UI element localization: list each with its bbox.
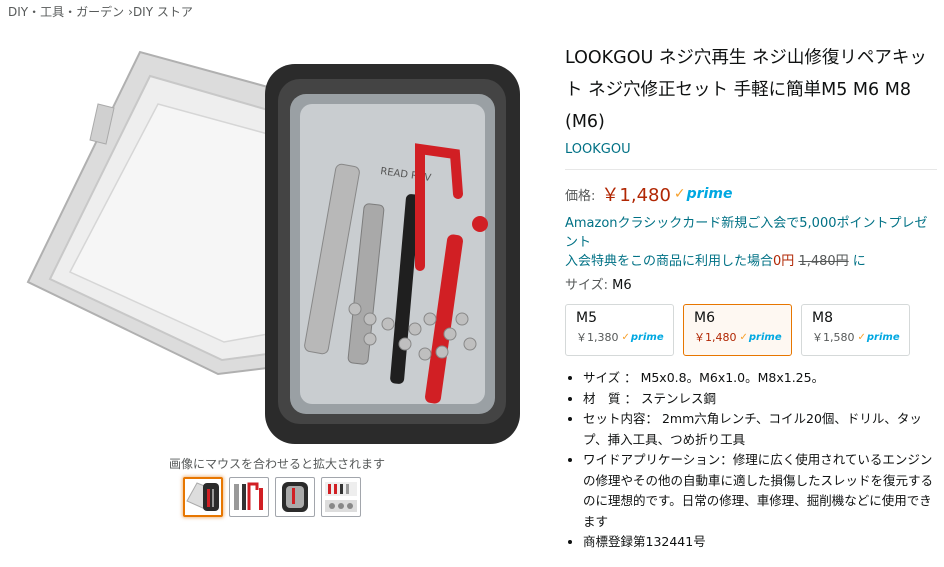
thumbnail-2[interactable]: [229, 477, 269, 517]
size-variants: M5 ￥1,380 ✓ prime M6 ￥1,480 ✓ prime M8 ￥1,58…: [565, 304, 937, 356]
variant-name: M6: [694, 310, 715, 326]
prime-text: prime: [866, 331, 900, 343]
size-label: サイズ:: [565, 278, 608, 293]
zoom-hint: 画像にマウスを合わせると拡大されます: [168, 457, 385, 471]
prime-text: prime: [630, 331, 664, 343]
promo-suffix: に: [852, 254, 866, 269]
variant-price: ￥1,380: [576, 331, 619, 344]
prime-check-icon: ✓: [857, 331, 866, 343]
breadcrumb-diy-tools-garden[interactable]: DIY・工具・ガーデン: [8, 5, 124, 19]
breadcrumb: DIY・工具・ガーデン ›DIY ストア: [8, 3, 193, 20]
variant-m6[interactable]: M6 ￥1,480 ✓ prime: [683, 304, 792, 356]
promo-strike-price: 1,480円: [798, 254, 849, 269]
bullet-item: 商標登録第132441号: [583, 532, 937, 553]
brand-link[interactable]: LOOKGOU: [565, 142, 631, 157]
prime-check-icon: ✓: [621, 331, 630, 343]
thumbnail-3[interactable]: [275, 477, 315, 517]
variant-price-row: ￥1,380 ✓ prime: [576, 329, 664, 345]
variant-price-row: ￥1,580 ✓ prime: [812, 329, 900, 345]
variant-name: M8: [812, 310, 833, 326]
bullet-item: ワイドアプリケーション：修理に広く使用されているエンジンの修理やその他の自動車に…: [583, 450, 937, 532]
breadcrumb-diy-store[interactable]: DIY ストア: [133, 5, 193, 19]
price-row: 価格: ￥1,480 ✓ prime: [565, 182, 937, 206]
variant-name: M5: [576, 310, 597, 326]
prime-badge: ✓ prime: [858, 332, 900, 343]
black-case: READ REV: [265, 64, 520, 444]
prime-badge: ✓ prime: [622, 332, 664, 343]
divider: [565, 169, 937, 170]
prime-badge: ✓ prime: [740, 332, 782, 343]
product-title: LOOKGOU ネジ穴再生 ネジ山修復リペアキット ネジ穴修正セット 手軽に簡単…: [565, 48, 927, 132]
variant-m5[interactable]: M5 ￥1,380 ✓ prime: [565, 304, 674, 356]
thumbnail-1[interactable]: [183, 477, 223, 517]
variant-price-row: ￥1,480 ✓ prime: [694, 329, 782, 345]
price-label: 価格:: [565, 188, 596, 204]
size-value: M6: [612, 278, 632, 293]
prime-check-icon: ✓: [673, 186, 686, 202]
variant-price: ￥1,480: [694, 331, 737, 344]
feature-bullets: サイズ ： M5x0.8。M6x1.0。M8x1.25。 材 質 ： ステンレス…: [565, 368, 937, 553]
promo-zero-price: 0円: [773, 254, 795, 269]
prime-text: prime: [748, 331, 782, 343]
size-selection-label: サイズ: M6: [565, 274, 937, 293]
variant-price: ￥1,580: [812, 331, 855, 344]
prime-text: prime: [686, 186, 733, 202]
bullet-item: セット内容： 2mm六角レンチ、コイル20個、ドリル、タップ、挿入工具、つめ折り…: [583, 409, 937, 450]
thumbnail-4[interactable]: [321, 477, 361, 517]
thumbnail-strip: [183, 477, 361, 517]
main-product-image[interactable]: READ REV: [10, 34, 530, 454]
bullet-item: 材 質 ： ステンレス鋼: [583, 389, 937, 410]
prime-check-icon: ✓: [739, 331, 748, 343]
variant-m8[interactable]: M8 ￥1,580 ✓ prime: [801, 304, 910, 356]
card-promo: Amazonクラシックカード新規ご入会で5,000ポイントプレゼント 入会特典を…: [565, 214, 937, 271]
bullet-item: サイズ ： M5x0.8。M6x1.0。M8x1.25。: [583, 368, 937, 389]
prime-badge: ✓ prime: [674, 186, 733, 202]
promo-card-link[interactable]: Amazonクラシックカード新規ご入会で5,000ポイントプレゼント: [565, 214, 937, 252]
promo-prefix: 入会特典をこの商品に利用した場合: [565, 254, 774, 269]
promo-benefit[interactable]: 入会特典をこの商品に利用した場合0円 1,480円 に: [565, 252, 937, 271]
price-value: ￥1,480: [601, 185, 671, 206]
product-info: LOOKGOU ネジ穴再生 ネジ山修復リペアキット ネジ穴修正セット 手軽に簡単…: [565, 42, 937, 553]
